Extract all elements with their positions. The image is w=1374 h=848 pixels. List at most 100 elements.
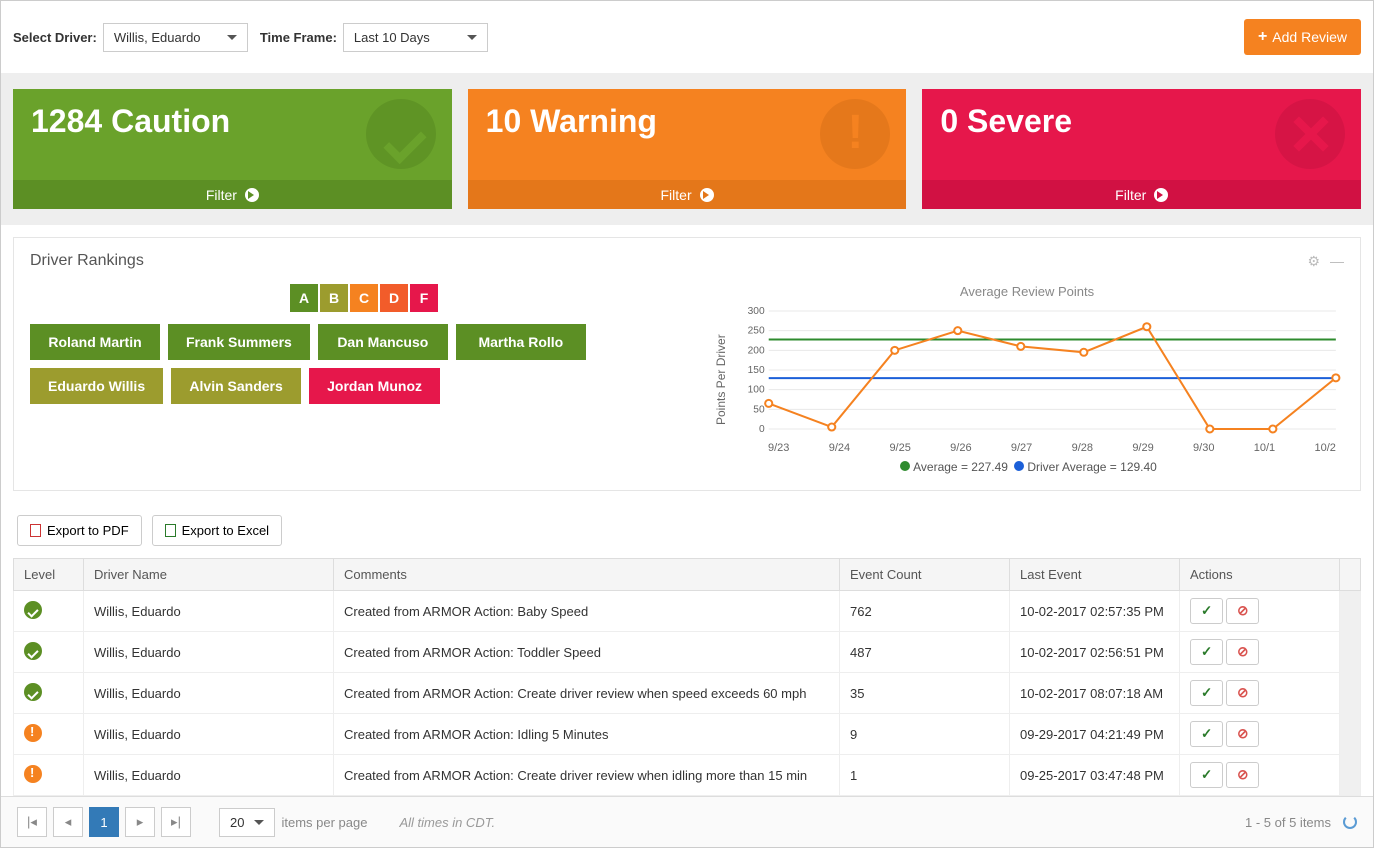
grade-f: F xyxy=(410,284,438,312)
driver-button[interactable]: Martha Rollo xyxy=(456,324,586,360)
col-last[interactable]: Last Event xyxy=(1010,559,1180,591)
page-first-button[interactable]: |◂ xyxy=(17,807,47,837)
check-icon xyxy=(366,99,436,169)
col-count[interactable]: Event Count xyxy=(840,559,1010,591)
page-number-button[interactable]: 1 xyxy=(89,807,119,837)
cell-last: 10-02-2017 02:57:35 PM xyxy=(1010,591,1180,632)
reject-button[interactable]: ⊘ xyxy=(1226,762,1259,788)
arrow-right-icon xyxy=(245,188,259,202)
cell-last: 09-29-2017 04:21:49 PM xyxy=(1010,714,1180,755)
warning-filter-button[interactable]: Filter xyxy=(468,180,907,209)
driver-button[interactable]: Alvin Sanders xyxy=(171,368,301,404)
time-frame-label: Time Frame: xyxy=(260,30,337,45)
svg-text:250: 250 xyxy=(748,326,765,337)
cell-driver: Willis, Eduardo xyxy=(84,591,334,632)
cancel-icon: ⊘ xyxy=(1237,767,1248,782)
collapse-icon[interactable]: — xyxy=(1330,253,1344,270)
driver-button[interactable]: Roland Martin xyxy=(30,324,160,360)
select-driver-value: Willis, Eduardo xyxy=(114,30,201,45)
chart-legend: Average = 227.49 Driver Average = 129.40 xyxy=(710,460,1344,474)
grade-c: C xyxy=(350,284,378,312)
driver-button[interactable]: Frank Summers xyxy=(168,324,310,360)
reviews-table: Level Driver Name Comments Event Count L… xyxy=(13,558,1361,796)
arrow-right-icon xyxy=(1154,188,1168,202)
export-pdf-button[interactable]: Export to PDF xyxy=(17,515,142,546)
driver-button[interactable]: Eduardo Willis xyxy=(30,368,163,404)
reject-button[interactable]: ⊘ xyxy=(1226,639,1259,665)
cell-driver: Willis, Eduardo xyxy=(84,673,334,714)
approve-button[interactable]: ✓ xyxy=(1190,721,1223,747)
page-size-select[interactable]: 20 xyxy=(219,808,275,837)
x-icon xyxy=(1275,99,1345,169)
exclamation-icon xyxy=(820,99,890,169)
level-icon xyxy=(24,724,42,742)
svg-text:300: 300 xyxy=(748,306,765,317)
table-row: Willis, EduardoCreated from ARMOR Action… xyxy=(14,632,1361,673)
add-review-button[interactable]: Add Review xyxy=(1244,19,1361,55)
cell-comments: Created from ARMOR Action: Toddler Speed xyxy=(334,632,840,673)
approve-button[interactable]: ✓ xyxy=(1190,762,1223,788)
reject-button[interactable]: ⊘ xyxy=(1226,598,1259,624)
svg-text:0: 0 xyxy=(759,424,765,435)
cancel-icon: ⊘ xyxy=(1237,603,1248,618)
col-comments[interactable]: Comments xyxy=(334,559,840,591)
legend-dot-green xyxy=(900,461,910,471)
page-last-button[interactable]: ▸| xyxy=(161,807,191,837)
driver-rankings-panel: Driver Rankings ⚙ — A B C D F Roland Mar… xyxy=(13,237,1361,491)
cancel-icon: ⊘ xyxy=(1237,644,1248,659)
table-row: Willis, EduardoCreated from ARMOR Action… xyxy=(14,755,1361,796)
warning-card: 10 Warning Filter xyxy=(468,89,907,209)
table-row: Willis, EduardoCreated from ARMOR Action… xyxy=(14,714,1361,755)
page-next-button[interactable]: ▸ xyxy=(125,807,155,837)
col-driver[interactable]: Driver Name xyxy=(84,559,334,591)
level-icon xyxy=(24,683,42,701)
gear-icon[interactable]: ⚙ xyxy=(1307,253,1320,270)
svg-text:50: 50 xyxy=(753,404,765,415)
check-icon: ✓ xyxy=(1201,644,1212,659)
scrollbar[interactable] xyxy=(1340,591,1361,796)
scrollbar-gutter[interactable] xyxy=(1340,559,1361,591)
approve-button[interactable]: ✓ xyxy=(1190,639,1223,665)
cell-driver: Willis, Eduardo xyxy=(84,755,334,796)
topbar: Select Driver: Willis, Eduardo Time Fram… xyxy=(1,1,1373,73)
arrow-right-icon xyxy=(700,188,714,202)
approve-button[interactable]: ✓ xyxy=(1190,680,1223,706)
time-frame-dropdown[interactable]: Last 10 Days xyxy=(343,23,488,52)
select-driver-label: Select Driver: xyxy=(13,30,97,45)
approve-button[interactable]: ✓ xyxy=(1190,598,1223,624)
severe-filter-button[interactable]: Filter xyxy=(922,180,1361,209)
chevron-down-icon xyxy=(227,35,237,40)
pager: |◂ ◂ 1 ▸ ▸| 20 items per page All times … xyxy=(1,796,1373,847)
col-level[interactable]: Level xyxy=(14,559,84,591)
select-driver-dropdown[interactable]: Willis, Eduardo xyxy=(103,23,248,52)
chevron-down-icon xyxy=(254,820,264,825)
driver-buttons: Roland MartinFrank SummersDan MancusoMar… xyxy=(30,324,690,404)
caution-card: 1284 Caution Filter xyxy=(13,89,452,209)
export-excel-button[interactable]: Export to Excel xyxy=(152,515,282,546)
cell-driver: Willis, Eduardo xyxy=(84,632,334,673)
stat-cards: 1284 Caution Filter 10 Warning Filter 0 … xyxy=(1,73,1373,225)
svg-text:200: 200 xyxy=(748,345,765,356)
cell-count: 35 xyxy=(840,673,1010,714)
cell-comments: Created from ARMOR Action: Idling 5 Minu… xyxy=(334,714,840,755)
grade-legend: A B C D F xyxy=(290,284,690,312)
time-frame-value: Last 10 Days xyxy=(354,30,430,45)
level-icon xyxy=(24,765,42,783)
level-icon xyxy=(24,601,42,619)
driver-button[interactable]: Dan Mancuso xyxy=(318,324,448,360)
cancel-icon: ⊘ xyxy=(1237,726,1248,741)
refresh-icon[interactable] xyxy=(1343,815,1357,829)
reject-button[interactable]: ⊘ xyxy=(1226,680,1259,706)
driver-button[interactable]: Jordan Munoz xyxy=(309,368,440,404)
caution-filter-button[interactable]: Filter xyxy=(13,180,452,209)
severe-card: 0 Severe Filter xyxy=(922,89,1361,209)
cancel-icon: ⊘ xyxy=(1237,685,1248,700)
page-prev-button[interactable]: ◂ xyxy=(53,807,83,837)
chevron-down-icon xyxy=(467,35,477,40)
cell-comments: Created from ARMOR Action: Baby Speed xyxy=(334,591,840,632)
reject-button[interactable]: ⊘ xyxy=(1226,721,1259,747)
grade-d: D xyxy=(380,284,408,312)
cell-count: 487 xyxy=(840,632,1010,673)
check-icon: ✓ xyxy=(1201,767,1212,782)
col-actions: Actions xyxy=(1180,559,1340,591)
